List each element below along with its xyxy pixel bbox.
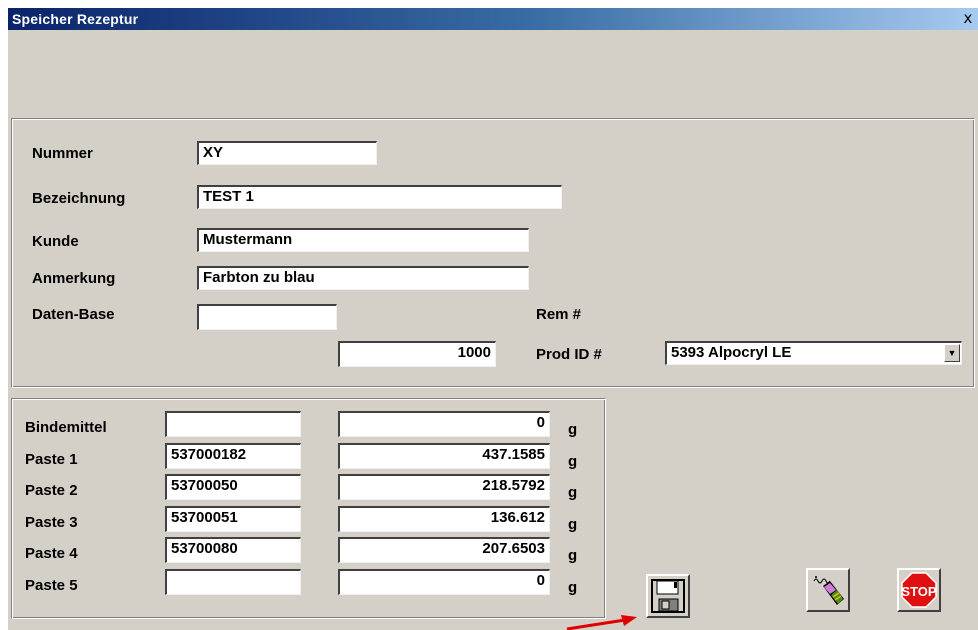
unit-label: g [568, 547, 578, 564]
unit-label: g [568, 484, 578, 501]
component-code-field[interactable] [165, 411, 301, 437]
tool-button[interactable] [806, 568, 850, 612]
anmerkung-field[interactable]: Farbton zu blau [197, 266, 529, 290]
component-label: Bindemittel [25, 419, 107, 436]
bezeichnung-field[interactable]: TEST 1 [197, 185, 562, 209]
component-code-field[interactable]: 537000182 [165, 443, 301, 469]
component-amount-field[interactable]: 437.1585 [338, 443, 550, 469]
title-bar[interactable]: Speicher Rezeptur x [8, 8, 978, 30]
stop-text: STOP [901, 584, 936, 599]
component-amount-field[interactable]: 207.6503 [338, 537, 550, 563]
save-recipe-dialog: Speicher Rezeptur x Nummer XY Bezeichnun… [8, 8, 978, 630]
nummer-field[interactable]: XY [197, 141, 377, 165]
prodid-label: Prod ID # [536, 346, 602, 363]
prodid-select[interactable]: 5393 Alpocryl LE ▼ [665, 341, 962, 365]
component-amount-field[interactable]: 218.5792 [338, 474, 550, 500]
close-icon[interactable]: x [960, 9, 976, 27]
component-code-field[interactable] [165, 569, 301, 595]
anmerkung-label: Anmerkung [32, 270, 116, 287]
datenbase-field[interactable] [197, 304, 337, 330]
rem-label: Rem # [536, 306, 582, 323]
annotation-arrow [566, 615, 637, 630]
component-code-field[interactable]: 53700080 [165, 537, 301, 563]
prodid-select-value: 5393 Alpocryl LE [671, 344, 792, 361]
component-code-field[interactable]: 53700050 [165, 474, 301, 500]
component-label: Paste 5 [25, 577, 78, 594]
eraser-brush-icon [813, 576, 844, 605]
component-label: Paste 2 [25, 482, 78, 499]
unit-label: g [568, 579, 578, 596]
component-amount-field[interactable]: 0 [338, 411, 550, 437]
stop-button[interactable]: STOP [897, 568, 941, 612]
component-label: Paste 4 [25, 545, 78, 562]
save-button[interactable] [646, 574, 690, 618]
component-code-field[interactable]: 53700051 [165, 506, 301, 532]
unit-label: g [568, 453, 578, 470]
component-label: Paste 1 [25, 451, 78, 468]
kunde-field[interactable]: Mustermann [197, 228, 529, 252]
floppy-disk-icon [651, 579, 685, 613]
bezeichnung-label: Bezeichnung [32, 190, 126, 207]
component-amount-field[interactable]: 136.612 [338, 506, 550, 532]
unit-label: g [568, 421, 578, 438]
kunde-label: Kunde [32, 233, 79, 250]
unit-label: g [568, 516, 578, 533]
chevron-down-icon[interactable]: ▼ [944, 344, 960, 362]
amount-field[interactable]: 1000 [338, 341, 496, 367]
component-label: Paste 3 [25, 514, 78, 531]
nummer-label: Nummer [32, 145, 93, 162]
stop-sign-icon: STOP [901, 572, 937, 608]
window-title: Speicher Rezeptur [12, 11, 139, 27]
datenbase-label: Daten-Base [32, 306, 115, 323]
component-amount-field[interactable]: 0 [338, 569, 550, 595]
